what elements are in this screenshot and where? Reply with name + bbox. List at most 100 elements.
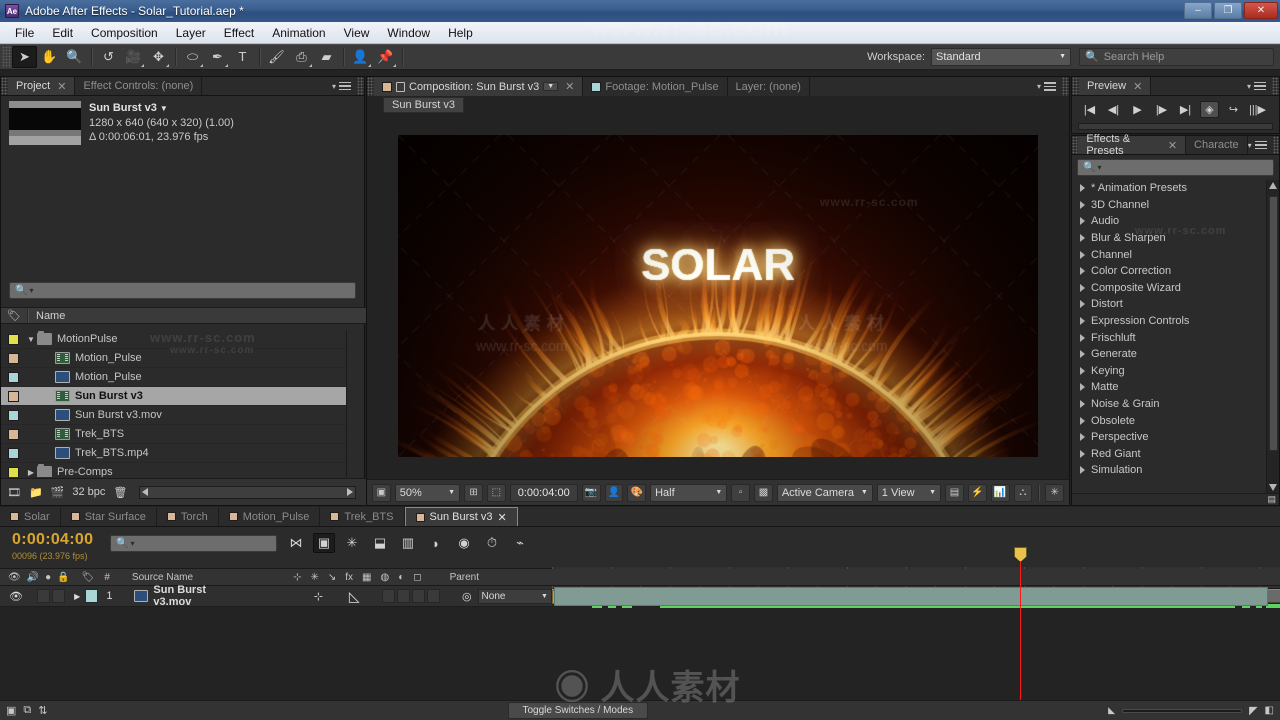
layer-visibility-icon[interactable]: 👁 [9,590,23,603]
scroll-down-icon[interactable] [1269,484,1277,491]
last-frame-button[interactable]: ▶| [1176,101,1195,118]
effects-category-row[interactable]: Red Giant [1072,446,1266,463]
timeline-tab-torch[interactable]: Torch [157,507,219,526]
lock-icon[interactable] [396,82,405,92]
effects-category-row[interactable]: Expression Controls [1072,313,1266,330]
next-frame-button[interactable]: |▶ [1152,101,1171,118]
tab-effect-controls[interactable]: Effect Controls: (none) [75,77,202,95]
disclosure-closed-icon[interactable] [1080,350,1085,358]
effects-category-row[interactable]: Noise & Grain [1072,396,1266,413]
label-color-swatch[interactable] [8,372,19,383]
close-button[interactable]: ✕ [1244,2,1278,19]
layer-switch-3[interactable] [412,589,425,603]
disclosure-closed-icon[interactable] [1080,466,1085,474]
scrollbar-thumb[interactable] [1269,196,1278,451]
timeline-search-input[interactable]: 🔍 ▾ [110,535,277,552]
composition-panel-menu[interactable]: ▾ [1037,77,1062,96]
layer-switch-1[interactable] [382,589,395,603]
shape-tool[interactable]: ⬭ [180,46,205,68]
effects-category-row[interactable]: Composite Wizard [1072,280,1266,297]
effects-panel-menu[interactable]: ▾ [1248,136,1273,154]
timeline-tab-sun-burst-v3[interactable]: Sun Burst v3 ✕ [405,507,518,526]
toggle-switches-modes-button[interactable]: Toggle Switches / Modes [508,702,649,719]
shift-ram-preview-button[interactable]: |||▶ [1248,101,1267,118]
camera-select[interactable]: Active Camera ▼ [777,484,873,502]
effects-category-row[interactable]: Obsolete [1072,412,1266,429]
project-scrollbar[interactable]: ⛬ [346,330,364,477]
preview-panel-menu[interactable]: ▾ [1247,77,1272,95]
play-button[interactable]: ▶ [1128,101,1147,118]
disclosure-closed-icon[interactable] [1080,217,1085,225]
panel-grip-right[interactable] [357,77,364,95]
resolution-select[interactable]: Half ▼ [650,484,727,502]
close-icon[interactable]: ✕ [1168,139,1177,152]
region-of-interest-icon[interactable]: ⬚ [487,484,506,502]
effects-scrollbar[interactable] [1266,180,1279,493]
disclosure-closed-icon[interactable] [1080,367,1085,375]
disclosure-closed-icon[interactable] [1080,267,1085,275]
effects-category-row[interactable]: Matte [1072,379,1266,396]
menu-item-animation[interactable]: Animation [263,23,334,43]
label-color-swatch[interactable] [8,467,19,478]
effects-category-row[interactable]: Channel [1072,246,1266,263]
close-icon[interactable]: ✕ [565,80,574,93]
fast-previews-icon[interactable]: ⚡ [968,484,987,502]
tab-preview[interactable]: Preview ✕ [1079,77,1151,95]
label-color-swatch[interactable] [8,391,19,402]
disclosure-closed-icon[interactable] [1080,234,1085,242]
chevron-down-icon[interactable]: ▼ [543,82,558,91]
reset-exposure-icon[interactable]: ✳ [1045,484,1064,502]
graph-editor-icon[interactable]: ⇅ [38,704,47,717]
panel-grip-right[interactable] [1272,77,1279,95]
hand-tool[interactable]: ✋ [37,46,62,68]
type-tool[interactable]: T [230,46,255,68]
current-time-indicator[interactable] [1020,547,1021,720]
selection-tool[interactable]: ➤ [12,46,37,68]
disclosure-closed-icon[interactable] [1080,450,1085,458]
tab-project[interactable]: Project ✕ [8,77,75,95]
disclosure-closed-icon[interactable] [1080,201,1085,209]
pan-behind-tool[interactable]: ✥ [146,46,171,68]
effects-category-row[interactable]: Frischluft [1072,329,1266,346]
tab-footage[interactable]: Footage: Motion_Pulse [583,77,727,96]
always-preview-icon[interactable]: ▣ [372,484,391,502]
effects-category-row[interactable]: Color Correction [1072,263,1266,280]
menu-item-composition[interactable]: Composition [82,23,167,43]
motion-blur-icon[interactable]: ▥ [397,533,419,553]
transparency-grid-icon[interactable]: ▩ [754,484,773,502]
puppet-pin-tool[interactable]: 📌 [373,46,398,68]
menu-item-view[interactable]: View [335,23,379,43]
viewer-timecode[interactable]: 0:00:04:00 [510,484,578,502]
comp-flowchart-icon[interactable]: ⛬ [1014,484,1033,502]
project-list-item[interactable]: Motion_Pulse [1,368,348,387]
current-timecode[interactable]: 0:00:04:00 [12,531,93,549]
composition-viewer[interactable] [367,113,1069,478]
timeline-tab-solar[interactable]: Solar [0,507,61,526]
first-frame-button[interactable]: |◀ [1080,101,1099,118]
effects-category-row[interactable]: Distort [1072,296,1266,313]
close-icon[interactable]: ✕ [497,511,506,524]
menu-item-layer[interactable]: Layer [167,23,215,43]
layer-solo-toggle[interactable] [52,589,65,603]
disclosure-closed-icon[interactable] [1080,184,1085,192]
graph-icon[interactable]: ⌁ [509,533,531,553]
comp-flowchart-icon[interactable]: ⧉ [23,704,31,717]
effects-category-row[interactable]: Blur & Sharpen [1072,230,1266,247]
layer-transform-switch[interactable]: ⊹ [314,590,323,603]
breadcrumb-item[interactable]: Sun Burst v3 [383,97,464,113]
disclosure-closed-icon[interactable] [1080,317,1085,325]
grid-icon[interactable]: ▤ [1267,494,1276,505]
pixel-aspect-correction-icon[interactable]: ▤ [945,484,964,502]
layer-audio-toggle[interactable] [37,589,50,603]
magnification-select[interactable]: 50% ▼ [395,484,460,502]
comp-button-icon[interactable]: ◧ [1265,705,1274,716]
show-channel-icon[interactable]: 🎨 [627,484,646,502]
maximize-button[interactable]: ❐ [1214,2,1242,19]
effects-category-row[interactable]: Perspective [1072,429,1266,446]
eraser-tool[interactable]: ▰ [314,46,339,68]
zoom-out-icon[interactable]: ◣ [1108,705,1115,716]
panel-grip-right[interactable] [1062,77,1069,96]
effects-category-row[interactable]: Keying [1072,363,1266,380]
label-color-swatch[interactable] [8,410,19,421]
layer-disclosure-icon[interactable]: ▶ [74,592,80,601]
